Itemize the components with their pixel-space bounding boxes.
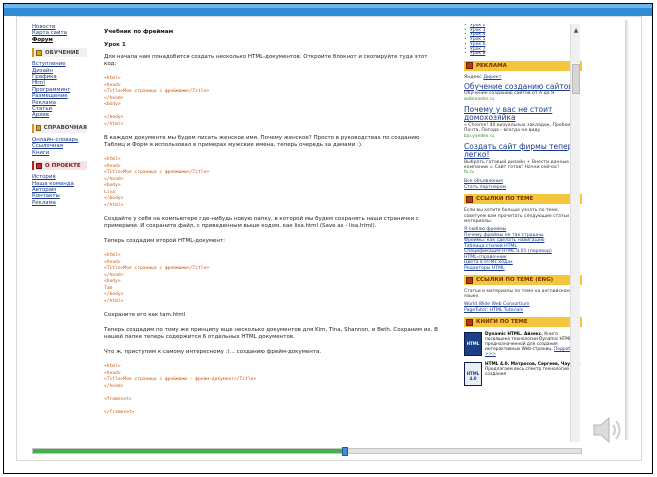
ad-title[interactable]: Почему у вас не стоит домохозяйка (464, 105, 582, 123)
code-line: </html> (104, 202, 124, 208)
ad-url: fo.ru (464, 170, 475, 176)
progress-knob[interactable] (342, 447, 349, 456)
book-icon (466, 195, 473, 203)
paragraph: Теперь создадим второй HTML-документ: (104, 238, 226, 244)
book-item[interactable]: HTML Dynamic HTML. Айзекс. Книга посвяще… (464, 332, 582, 357)
code-block: <html> <head> <Title>Моя страница с фрейма… (104, 76, 439, 128)
related-link-en[interactable]: PageTutor: HTML Tutorials (464, 308, 582, 314)
book-item[interactable]: HTML 4.0 HTML 4.0. Матросов, Сергеев, Ча… (464, 362, 582, 387)
main-content: Учебник по фреймам Урок 1 Для начала нам… (104, 29, 439, 441)
books-header: КНИГИ ПО ТЕМЕ (464, 317, 582, 328)
book-icon (466, 318, 473, 326)
book-cover: HTML (464, 332, 482, 357)
slide-shadow (625, 20, 629, 440)
lesson-list: Урок 2 Урок 3 Урок 4 Урок 5 Урок 6 Урок … (464, 24, 582, 57)
code-line: </html> (104, 298, 124, 304)
partner-link[interactable]: Стать партнером (464, 185, 582, 191)
book-icon (466, 62, 473, 70)
ad-url: webmaster.ru (464, 96, 495, 102)
scrollbar[interactable]: ▲ (570, 24, 580, 442)
lesson-title: Урок 1 (104, 42, 126, 48)
page-title: Учебник по фреймам (104, 29, 174, 35)
links-header: ССЫЛКИ ПО ТЕМЕ (464, 194, 582, 205)
ads-header: РЕКЛАМА (464, 60, 582, 71)
nav-link-forum[interactable]: Форум (32, 37, 87, 43)
code-block: <html> <head> <Title>Моя страница с фрейма… (104, 157, 439, 209)
paragraph: Создайте у себя на компьютере где-нибудь… (104, 216, 419, 229)
code-block: <html> <head> <Title>Моя страница с фрейма… (104, 253, 439, 305)
direct-link[interactable]: Директ (483, 75, 501, 80)
progress-fill (33, 449, 346, 453)
ad-url: bar.yandex.ru (464, 133, 495, 139)
paragraph: Для начала нам понадобится создать неско… (104, 54, 428, 67)
paragraph: В каждом документе мы будем писать женск… (104, 135, 420, 148)
paragraph: Что ж, приступим к самому интересному :)… (104, 349, 322, 355)
related-link[interactable]: Редакторы HTML (464, 266, 582, 272)
ads-label: Яндекс Директ (464, 74, 502, 80)
ad-title[interactable]: Создать сайт фирмы теперь легко! (464, 142, 582, 160)
sidebar-item[interactable]: Книги (32, 150, 87, 156)
book-cover: HTML 4.0 (464, 362, 482, 387)
right-sidebar: Урок 2 Урок 3 Урок 4 Урок 5 Урок 6 Урок … (464, 24, 582, 442)
left-sidebar: Новости Карта сайта Форум ОБУЧЕНИЕ Вступ… (32, 24, 87, 442)
sidebar-item[interactable]: Реклама (32, 200, 87, 206)
ad-text: « Chrome! 40 визуальных закладок, Пробки… (464, 122, 572, 134)
section-head-about: О ПРОЕКТЕ (32, 161, 87, 171)
links-note: Если вы хотите больше узнать по теме, со… (464, 208, 574, 224)
title-bar (4, 4, 652, 16)
paragraph: Сохраните его как tam.html (104, 312, 186, 318)
book-icon (36, 49, 42, 56)
book-icon (36, 125, 41, 132)
lesson-link[interactable]: Урок 8 (464, 52, 582, 57)
section-head-reference: СПРАВОЧНАЯ (32, 123, 87, 133)
chevron-up-icon[interactable]: ▲ (572, 27, 580, 35)
code-line: </html> (104, 121, 124, 127)
section-head-learning: ОБУЧЕНИЕ (32, 48, 87, 58)
book-text: Предлагаем весь спектр технологий создан… (485, 367, 569, 378)
links-en-header: ССЫЛКИ ПО ТЕМЕ (ENG) (464, 275, 582, 286)
web-page: Новости Карта сайта Форум ОБУЧЕНИЕ Вступ… (32, 24, 582, 442)
speaker-icon[interactable] (590, 414, 626, 446)
book-icon (466, 276, 473, 284)
scrollbar-thumb[interactable] (572, 64, 580, 94)
sidebar-item[interactable]: Архив (32, 112, 87, 118)
code-line: </frameset> (104, 409, 135, 415)
ad-text: Выбрать готовый дизайн + Внести данные к… (464, 159, 569, 171)
links-en-note: Статьи и материалы по теме на английском… (464, 289, 570, 300)
playback-progress[interactable] (32, 447, 582, 456)
paragraph: Теперь создадим по тому же принципу еще … (104, 327, 438, 340)
book-icon (36, 162, 42, 169)
code-block: <html> <head> <Title>Моя страница с фрейма… (104, 364, 439, 416)
